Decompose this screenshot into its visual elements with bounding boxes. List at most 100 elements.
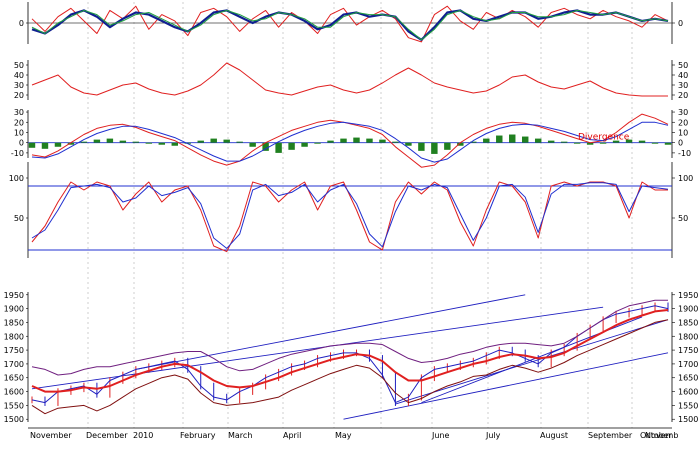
histogram-bar <box>534 138 542 143</box>
histogram-bar <box>28 142 36 148</box>
right-tick-label: 1950 <box>678 291 698 300</box>
histogram-bar <box>483 138 490 143</box>
histogram-bar <box>664 142 672 145</box>
right-tick-label: 30 <box>678 108 688 117</box>
x-tick-label: 2010 <box>133 431 153 440</box>
right-tick-label: 40 <box>678 71 688 80</box>
series-line <box>31 182 669 249</box>
left-tick-label: 30 <box>14 81 24 90</box>
right-tick-label: 1750 <box>678 346 698 355</box>
x-tick-label: March <box>228 431 252 440</box>
series-line <box>31 113 669 168</box>
histogram-bar <box>327 140 334 143</box>
histogram-bar <box>145 142 153 144</box>
series-line <box>31 121 669 163</box>
left-tick-label: 10 <box>14 128 24 137</box>
histogram-bar <box>119 140 127 143</box>
right-tick-label: 1550 <box>678 401 698 410</box>
histogram-bar <box>392 141 399 143</box>
series-line <box>31 181 668 253</box>
x-tick-label: February <box>180 431 216 440</box>
x-tick-label: July <box>485 431 501 440</box>
chart-root: 0 0 50 50 40 40 30 30 20 20 30 30 20 20 10 10 0 0 -10 -10 Di… <box>0 0 700 463</box>
histogram-bar <box>353 137 360 143</box>
histogram-bar <box>54 142 62 147</box>
series-line <box>31 319 669 415</box>
left-tick-label: 50 <box>14 61 24 70</box>
left-tick-label: 40 <box>14 71 24 80</box>
histogram-bar <box>496 135 503 143</box>
left-tick-label: 1950 <box>4 291 24 300</box>
trend-line <box>343 352 669 420</box>
right-tick-label: 1850 <box>678 318 698 327</box>
left-tick-label: 1750 <box>4 346 24 355</box>
series-line <box>31 305 669 404</box>
histogram-bar <box>158 142 166 145</box>
left-tick-label: 1700 <box>4 360 24 369</box>
right-tick-label: 0 <box>678 19 683 28</box>
histogram-bar <box>379 139 386 143</box>
right-tick-label: 30 <box>678 81 688 90</box>
series-line <box>31 62 668 97</box>
left-tick-label: 30 <box>14 108 24 117</box>
histogram-bar <box>651 142 659 144</box>
left-tick-label: 50 <box>14 214 24 223</box>
histogram-bar <box>236 141 243 143</box>
histogram-bar <box>132 141 140 143</box>
left-tick-label: 1650 <box>4 374 24 383</box>
histogram-bar <box>210 138 217 143</box>
left-tick-label: 1850 <box>4 318 24 327</box>
x-tick-label: September <box>588 431 633 440</box>
histogram-bar <box>249 142 256 147</box>
x-tick-label: Novemb <box>645 431 678 440</box>
right-tick-label: 1700 <box>678 360 698 369</box>
x-tick-label: August <box>540 431 568 440</box>
histogram-bar <box>106 138 114 143</box>
left-tick-label: 1500 <box>4 415 24 424</box>
right-tick-label: 20 <box>678 118 688 127</box>
histogram-bar <box>547 140 555 143</box>
histogram-bar <box>80 141 88 143</box>
trend-line <box>31 306 604 390</box>
right-tick-label: 1800 <box>678 332 698 341</box>
right-tick-label: 50 <box>678 61 688 70</box>
series-line <box>31 309 669 393</box>
right-tick-label: 20 <box>678 91 688 100</box>
histogram-bar <box>93 139 101 143</box>
x-tick-label: December <box>86 431 128 440</box>
histogram-bar <box>223 139 230 143</box>
histogram-bar <box>301 142 308 147</box>
right-tick-label: 1500 <box>678 415 698 424</box>
histogram-bar <box>366 138 373 143</box>
left-tick-label: 20 <box>14 91 24 100</box>
histogram-bar <box>275 142 282 153</box>
left-tick-label: 1600 <box>4 388 24 397</box>
left-tick-label: 0 <box>19 19 24 28</box>
right-tick-label: 1650 <box>678 374 698 383</box>
left-tick-label: 1900 <box>4 305 24 314</box>
histogram-bar <box>340 138 347 143</box>
x-tick-label: April <box>283 431 301 440</box>
histogram-bar <box>431 142 438 154</box>
x-tick-label: November <box>30 431 72 440</box>
right-tick-label: 1900 <box>678 305 698 314</box>
histogram-bar <box>599 142 607 144</box>
trend-line <box>395 319 669 405</box>
left-tick-label: -10 <box>11 149 24 158</box>
right-tick-label: 0 <box>678 139 683 148</box>
right-tick-label: 50 <box>678 214 688 223</box>
histogram-bar <box>560 141 568 143</box>
left-tick-label: 100 <box>9 174 24 183</box>
histogram-bar <box>418 142 425 151</box>
right-tick-label: 1600 <box>678 388 698 397</box>
divergence-annotation: Divergence <box>578 133 630 143</box>
histogram-bar <box>573 142 581 144</box>
histogram-bar <box>509 134 516 143</box>
histogram-bar <box>314 142 321 144</box>
histogram-bar <box>41 142 49 149</box>
right-tick-label: 10 <box>678 128 688 137</box>
left-tick-label: 20 <box>14 118 24 127</box>
histogram-bar <box>522 136 529 143</box>
left-tick-label: 1800 <box>4 332 24 341</box>
histogram-bar <box>444 142 451 150</box>
